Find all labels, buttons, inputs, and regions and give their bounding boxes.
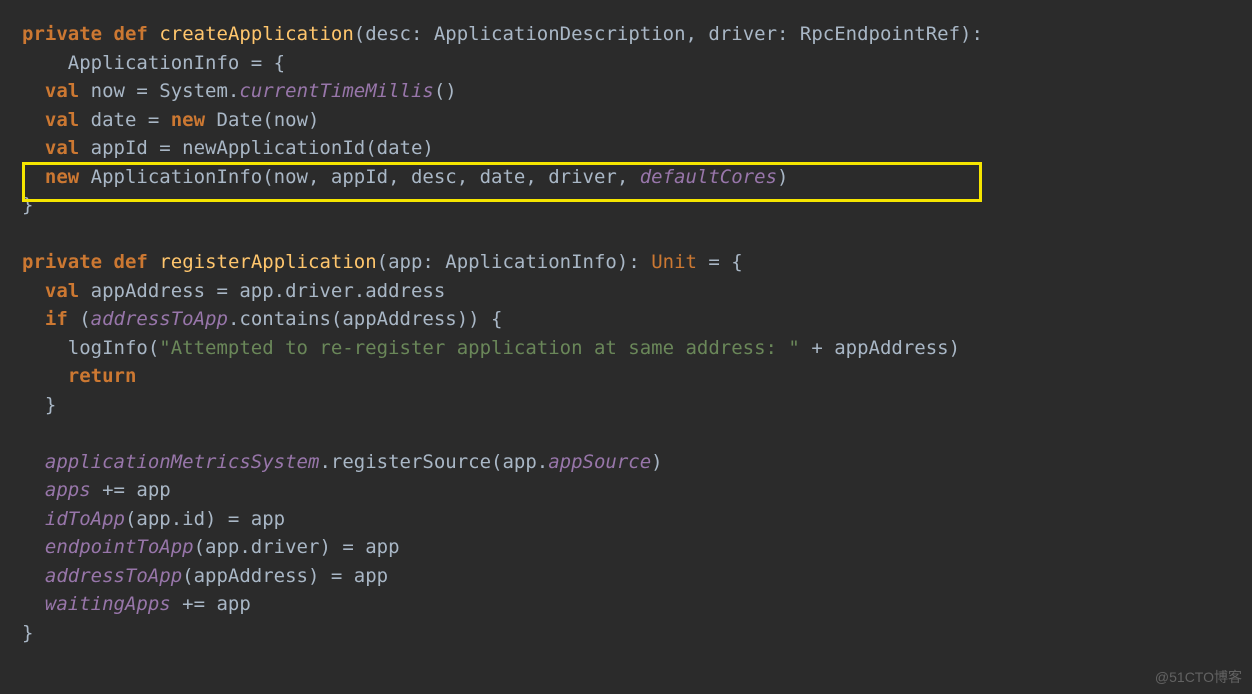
kw-val: val bbox=[45, 109, 79, 131]
field: addressToApp bbox=[91, 308, 228, 330]
kw-val: val bbox=[45, 280, 79, 302]
watermark: @51CTO博客 bbox=[1155, 667, 1242, 688]
text: .registerSource(app. bbox=[319, 451, 548, 473]
text: appAddress = app.driver.address bbox=[79, 280, 445, 302]
text: = { bbox=[697, 251, 743, 273]
text: logInfo( bbox=[22, 337, 159, 359]
kw-private: private bbox=[22, 251, 102, 273]
brace: } bbox=[22, 194, 33, 216]
kw-private: private bbox=[22, 23, 102, 45]
text: ApplicationInfo(now, appId, desc, date, … bbox=[79, 166, 640, 188]
fn-name: createApplication bbox=[159, 23, 353, 45]
text: + appAddress) bbox=[800, 337, 960, 359]
kw-val: val bbox=[45, 80, 79, 102]
text: (app.id) = app bbox=[125, 508, 285, 530]
brace: } bbox=[22, 394, 56, 416]
line: ApplicationInfo = { bbox=[22, 52, 285, 74]
method: currentTimeMillis bbox=[239, 80, 433, 102]
sig: (app: ApplicationInfo): bbox=[377, 251, 652, 273]
text: () bbox=[434, 80, 457, 102]
text: Date(now) bbox=[205, 109, 319, 131]
field: addressToApp bbox=[45, 565, 182, 587]
text: .contains(appAddress)) { bbox=[228, 308, 503, 330]
field: appSource bbox=[548, 451, 651, 473]
fn-name: registerApplication bbox=[159, 251, 376, 273]
field: endpointToApp bbox=[45, 536, 194, 558]
text: ) bbox=[651, 451, 662, 473]
brace: } bbox=[22, 622, 33, 644]
kw-def: def bbox=[114, 251, 148, 273]
field: idToApp bbox=[45, 508, 125, 530]
kw-def: def bbox=[114, 23, 148, 45]
field: apps bbox=[45, 479, 91, 501]
text: appId = newApplicationId(date) bbox=[79, 137, 434, 159]
text: now = System. bbox=[79, 80, 239, 102]
text: += app bbox=[91, 479, 171, 501]
string: "Attempted to re-register application at… bbox=[159, 337, 800, 359]
field: defaultCores bbox=[640, 166, 777, 188]
code-block: private def createApplication(desc: Appl… bbox=[0, 0, 1252, 647]
field: waitingApps bbox=[45, 593, 171, 615]
text: (app.driver) = app bbox=[194, 536, 400, 558]
unit: Unit bbox=[651, 251, 697, 273]
kw-return: return bbox=[68, 365, 137, 387]
kw-new: new bbox=[45, 166, 79, 188]
text: (appAddress) = app bbox=[182, 565, 388, 587]
sig: (desc: ApplicationDescription, driver: R… bbox=[354, 23, 983, 45]
kw-val: val bbox=[45, 137, 79, 159]
text: += app bbox=[171, 593, 251, 615]
text: ( bbox=[68, 308, 91, 330]
kw-new: new bbox=[171, 109, 205, 131]
kw-if: if bbox=[45, 308, 68, 330]
text: date = bbox=[79, 109, 171, 131]
text: ) bbox=[777, 166, 788, 188]
field: applicationMetricsSystem bbox=[45, 451, 320, 473]
